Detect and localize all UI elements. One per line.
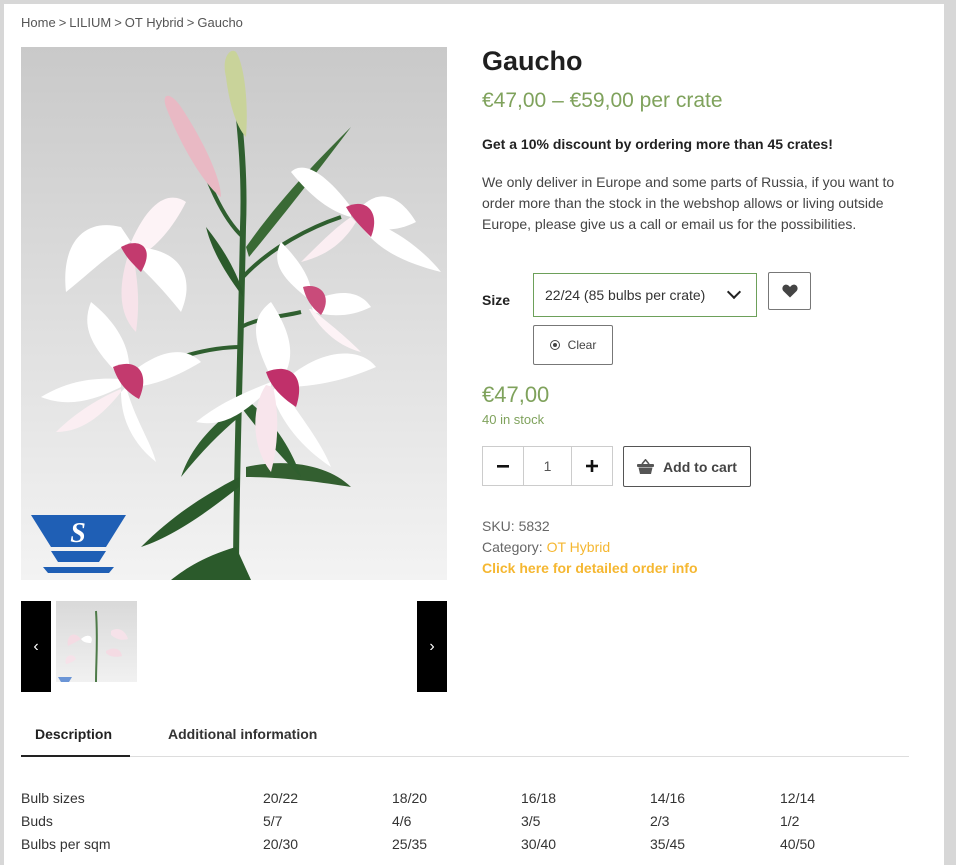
spec-cell: 20/30 — [263, 836, 299, 852]
product-page: Home > LILIUM > OT Hybrid > Gaucho S ‹ ›… — [4, 4, 944, 865]
plus-icon — [586, 460, 598, 472]
gallery-next-button[interactable]: › — [417, 601, 447, 692]
spec-cell: 3/5 — [521, 813, 541, 829]
chevron-down-icon — [726, 284, 742, 300]
spec-row-label: Bulb sizes — [21, 790, 85, 806]
tab-description[interactable]: Description — [21, 726, 130, 757]
product-tabs: Description Additional information — [21, 726, 909, 757]
spec-cell: 2/3 — [650, 813, 670, 829]
spec-cell: 18/20 — [392, 790, 428, 806]
quantity-input[interactable]: 1 — [523, 447, 572, 485]
breadcrumb: Home > LILIUM > OT Hybrid > Gaucho — [21, 15, 243, 30]
add-to-cart-button[interactable]: Add to cart — [623, 446, 751, 487]
size-selected-value: 22/24 (85 bulbs per crate) — [545, 287, 706, 303]
heart-icon — [781, 284, 798, 298]
spec-row-bulbs-per-sqm: Bulbs per sqm 20/30 25/35 30/40 35/45 40… — [21, 836, 821, 859]
spec-cell: 12/14 — [780, 790, 816, 806]
wishlist-button[interactable] — [768, 272, 811, 310]
basket-icon — [637, 459, 655, 474]
thumbnail-image[interactable] — [56, 601, 137, 682]
clear-selection-button[interactable]: Clear — [533, 325, 613, 365]
spec-cell: 5/7 — [263, 813, 283, 829]
sku-value: 5832 — [518, 518, 550, 534]
clear-icon — [549, 340, 560, 350]
size-label: Size — [482, 292, 511, 308]
thumbnail-gallery: ‹ › — [21, 601, 447, 692]
breadcrumb-lilium[interactable]: LILIUM — [69, 15, 111, 30]
chevron-right-icon: › — [429, 637, 435, 655]
price-range: €47,00 – €59,00 per crate — [482, 89, 723, 112]
sku-line: SKU: 5832 — [482, 518, 550, 534]
quantity-stepper: 1 — [482, 446, 613, 486]
discount-promo: Get a 10% discount by ordering more than… — [482, 136, 833, 152]
minus-icon — [497, 465, 509, 468]
category-label: Category: — [482, 539, 543, 555]
breadcrumb-home[interactable]: Home — [21, 15, 56, 30]
order-info-link[interactable]: Click here for detailed order info — [482, 560, 698, 576]
add-to-cart-label: Add to cart — [663, 458, 737, 475]
quantity-increase-button[interactable] — [572, 447, 612, 485]
spec-cell: 4/6 — [392, 813, 412, 829]
lily-flower-illustration: S — [31, 50, 441, 580]
spec-row-buds: Buds 5/7 4/6 3/5 2/3 1/2 — [21, 813, 821, 836]
spec-cell: 14/16 — [650, 790, 686, 806]
spec-row-bulb-sizes: Bulb sizes 20/22 18/20 16/18 14/16 12/14 — [21, 790, 821, 813]
sku-label: SKU: — [482, 518, 515, 534]
vs-logo: S — [31, 515, 126, 573]
spec-row-label: Buds — [21, 813, 53, 829]
variant-price: €47,00 — [482, 382, 550, 407]
size-select[interactable]: 22/24 (85 bulbs per crate) — [533, 273, 757, 317]
breadcrumb-ot-hybrid[interactable]: OT Hybrid — [125, 15, 184, 30]
lily-thumbnail-illustration — [58, 610, 128, 682]
product-main-image[interactable]: S — [21, 47, 447, 580]
spec-cell: 16/18 — [521, 790, 557, 806]
category-link[interactable]: OT Hybrid — [547, 539, 611, 555]
tab-additional-information[interactable]: Additional information — [168, 726, 317, 757]
category-line: Category: OT Hybrid — [482, 539, 610, 555]
spec-cell: 35/45 — [650, 836, 686, 852]
spec-cell: 20/22 — [263, 790, 299, 806]
product-title: Gaucho — [482, 46, 583, 76]
spec-cell: 1/2 — [780, 813, 800, 829]
breadcrumb-current: Gaucho — [197, 15, 243, 30]
gallery-prev-button[interactable]: ‹ — [21, 601, 51, 692]
chevron-left-icon: ‹ — [33, 637, 39, 655]
spec-cell: 40/50 — [780, 836, 816, 852]
svg-text:S: S — [70, 518, 86, 549]
spec-cell: 25/35 — [392, 836, 428, 852]
bulb-spec-table: Bulb sizes 20/22 18/20 16/18 14/16 12/14… — [21, 790, 821, 859]
spec-cell: 30/40 — [521, 836, 557, 852]
stock-status: 40 in stock — [482, 412, 545, 427]
delivery-notice: We only deliver in Europe and some parts… — [482, 174, 895, 232]
clear-label: Clear — [567, 338, 597, 352]
spec-row-label: Bulbs per sqm — [21, 836, 111, 852]
quantity-decrease-button[interactable] — [483, 447, 523, 485]
